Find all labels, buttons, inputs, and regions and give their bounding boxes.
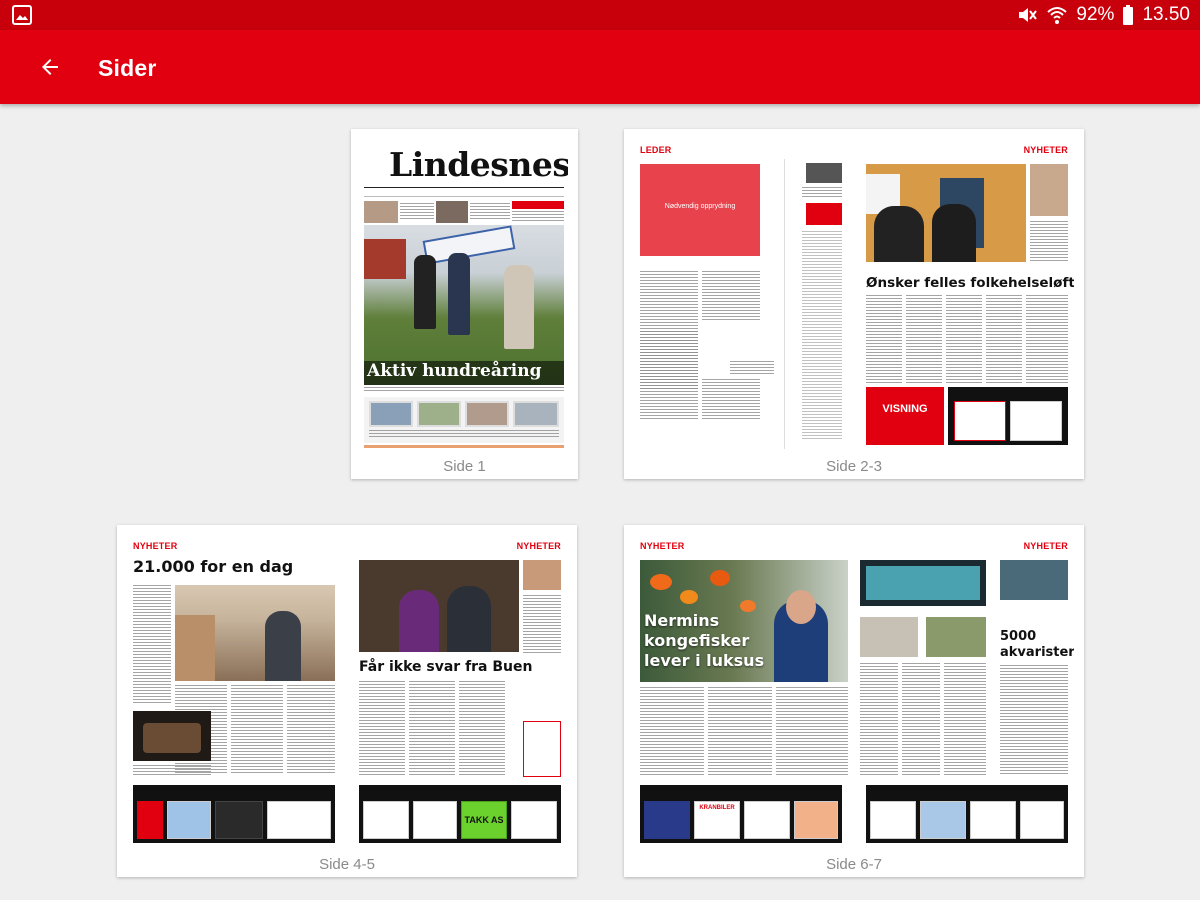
battery-percent: 92% [1076,4,1115,25]
image-icon [12,5,32,25]
page-label: Side 4-5 [319,856,375,873]
right-headline: Får ikke svar fra Buen [359,659,533,675]
section-label: NYHETER [1023,541,1068,551]
ad-text: TAKK AS [464,815,504,825]
overlay-headline-3: lever i luksus [644,651,765,670]
page-label: Side 2-3 [826,458,882,475]
page-thumbnail: NYHETER NYHETER 21.000 for en dag Får ik… [127,535,567,847]
page-title: Sider [98,55,157,81]
ad-text: KRANBILER [699,805,735,811]
mute-icon [1016,4,1038,26]
battery-icon [1122,4,1134,26]
page-thumbnail: Lindesnes Aktiv hundreåring [361,139,568,449]
page-card-side-6-7[interactable]: NYHETER NYHETER Nermins kongefisker leve… [624,525,1084,877]
clock: 13.50 [1142,4,1190,25]
section-label: NYHETER [133,541,178,551]
ad-visning [866,387,944,445]
left-headline: 21.000 for en dag [133,557,294,576]
page-card-side-2-3[interactable]: LEDER NYHETER Nødvendig opprydning Ønske… [624,129,1084,479]
side-headline-2: akvarister [1000,645,1074,660]
side-headline-1: 5000 [1000,629,1037,644]
library-photo [175,585,335,681]
page-card-side-4-5[interactable]: NYHETER NYHETER 21.000 for en dag Får ik… [117,525,577,877]
overlay-headline-1: Nermins [644,611,720,630]
page-label: Side 1 [443,458,486,475]
section-label: LEDER [640,145,672,155]
back-button[interactable] [30,47,70,87]
section-label: NYHETER [1023,145,1068,155]
overlay-headline-2: kongefisker [644,631,750,650]
page-label: Side 6-7 [826,856,882,873]
masthead: Lindesnes [389,145,568,184]
app-bar: Sider [0,30,1200,104]
section-label: NYHETER [640,541,685,551]
section-label: NYHETER [516,541,561,551]
news-headline: Ønsker felles folkehelseløft [866,275,1074,291]
arrow-back-icon [42,59,58,75]
news-photo [866,164,1026,262]
leader-box-text: Nødvendig opprydning [664,203,736,210]
page-card-side-1[interactable]: Lindesnes Aktiv hundreåring Side 1 [351,129,578,479]
ad-text: VISNING [882,403,928,415]
buen-photo [359,560,519,652]
page-thumbnail: LEDER NYHETER Nødvendig opprydning Ønske… [634,139,1074,449]
page-thumbnail: NYHETER NYHETER Nermins kongefisker leve… [634,535,1074,847]
front-page-headline: Aktiv hundreåring [367,361,542,381]
wifi-icon [1046,4,1068,26]
status-bar: 92% 13.50 [0,0,1200,30]
leader-box [640,164,760,256]
